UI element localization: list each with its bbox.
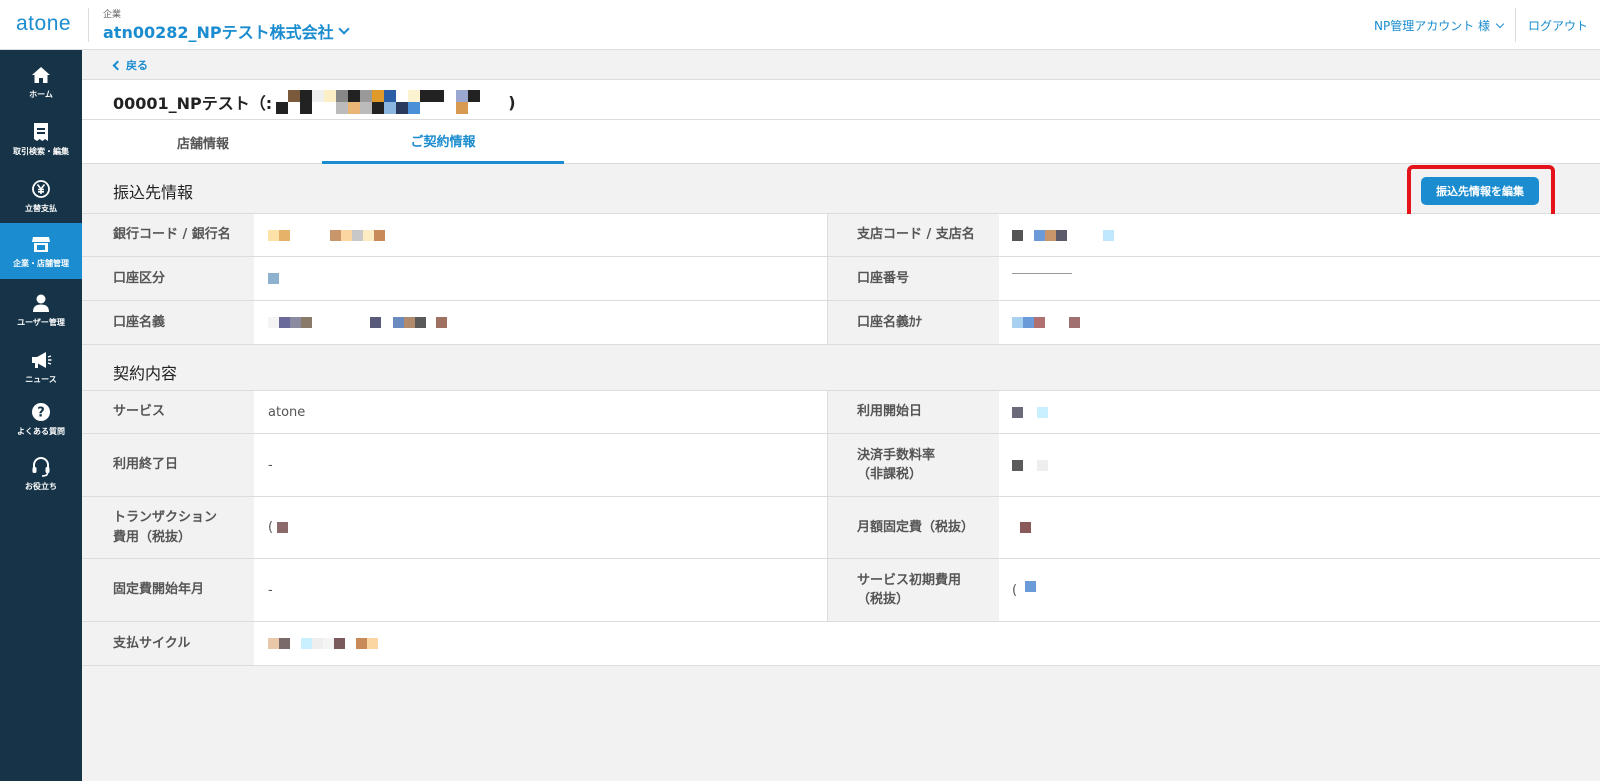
page-title: 00001_NPテスト（: ) xyxy=(113,90,516,114)
field-label: 利用開始日 xyxy=(827,391,999,433)
field-label: 口座名義ｶﾅ xyxy=(827,301,999,344)
store-title-suffix: ) xyxy=(508,92,516,112)
field-value: atone xyxy=(268,404,306,420)
field-label: 決済手数料率 （非課税） xyxy=(827,434,999,496)
field-value: ( xyxy=(1012,559,1600,621)
field-label: 銀行コード / 銀行名 xyxy=(82,214,254,256)
sidebar-item-label: よくある質問 xyxy=(17,427,65,436)
tab-store-info[interactable]: 店舗情報 xyxy=(82,120,324,164)
contract-section-header: 契約内容 xyxy=(82,345,1600,391)
field-label: 支払サイクル xyxy=(82,622,254,665)
field-label: トランザクション 費用（税抜） xyxy=(82,497,254,558)
logout-link[interactable]: ログアウト xyxy=(1528,17,1588,34)
chevron-down-icon xyxy=(1495,19,1505,28)
field-label: 支店コード / 支店名 xyxy=(827,214,999,256)
sidebar-item-label: ユーザー管理 xyxy=(17,318,65,327)
sidebar: ホーム 取引検索・編集 立替支払 企業・店舗管理 ユーザー管理 ニュース ? よ… xyxy=(0,50,82,781)
receipt-icon xyxy=(30,121,52,143)
field-value-redacted xyxy=(268,301,827,344)
table-row: トランザクション 費用（税抜） ( 月額固定費（税抜） xyxy=(82,497,1600,559)
svg-text:?: ? xyxy=(37,406,45,421)
field-value-redacted xyxy=(1012,434,1600,496)
header-divider xyxy=(88,8,89,42)
header-divider xyxy=(1515,8,1516,42)
store-title-text: 00001_NPテスト（: xyxy=(113,94,273,113)
field-label: サービス xyxy=(82,391,254,433)
sidebar-item-label: ニュース xyxy=(25,375,57,384)
store-icon xyxy=(30,233,52,255)
sidebar-item-advance-payment[interactable]: 立替支払 xyxy=(0,168,82,224)
tab-bar: 店舗情報 ご契約情報 xyxy=(82,120,1600,164)
table-row: 銀行コード / 銀行名 支店コード / 支店名 xyxy=(82,214,1600,257)
megaphone-icon xyxy=(30,349,52,371)
sidebar-item-users[interactable]: ユーザー管理 xyxy=(0,282,82,338)
field-label: 月額固定費（税抜） xyxy=(827,497,999,558)
sidebar-item-label: お役立ち xyxy=(25,482,57,491)
field-label: 口座番号 xyxy=(827,257,999,300)
company-name: atn00282_NPテスト株式会社 xyxy=(103,23,334,42)
headset-icon xyxy=(30,456,52,478)
sidebar-item-news[interactable]: ニュース xyxy=(0,339,82,395)
sidebar-item-label: 立替支払 xyxy=(25,204,57,213)
sidebar-item-company-store[interactable]: 企業・店舗管理 xyxy=(0,223,82,279)
sidebar-item-label: ホーム xyxy=(29,90,53,99)
field-value-redacted xyxy=(268,622,827,665)
section-title: 契約内容 xyxy=(113,364,178,383)
field-value: - xyxy=(268,582,273,598)
tab-contract-info[interactable]: ご契約情報 xyxy=(322,120,564,164)
field-value-redacted xyxy=(1012,497,1600,558)
field-value-redacted xyxy=(1012,391,1600,433)
field-value-redacted xyxy=(268,257,827,300)
main-content: 戻る 00001_NPテスト（: ) 店舗情報 ご契約情報 振込先情報 振込先情… xyxy=(82,50,1600,781)
field-label: 口座名義 xyxy=(82,301,254,344)
user-icon xyxy=(30,292,52,314)
sidebar-item-faq[interactable]: ? よくある質問 xyxy=(0,391,82,447)
section-title: 振込先情報 xyxy=(113,183,194,202)
initial-fee-value: ( xyxy=(1012,582,1018,598)
chevron-left-icon xyxy=(112,60,123,70)
field-value-redacted xyxy=(1012,301,1600,344)
company-selector[interactable]: atn00282_NPテスト株式会社 xyxy=(103,19,350,43)
sidebar-item-helpful[interactable]: お役立ち xyxy=(0,446,82,502)
field-value: ( xyxy=(268,497,827,558)
account-menu[interactable]: NP管理アカウント 様 xyxy=(1374,17,1505,34)
field-label: サービス初期費用 （税抜） xyxy=(827,559,999,621)
table-row: 支払サイクル xyxy=(82,622,1600,666)
yen-icon xyxy=(30,178,52,200)
chevron-down-icon xyxy=(337,23,350,35)
back-link[interactable]: 戻る xyxy=(112,57,148,73)
top-header: atone 企業 atn00282_NPテスト株式会社 NP管理アカウント 様 … xyxy=(0,0,1600,50)
sidebar-item-home[interactable]: ホーム xyxy=(0,54,82,110)
table-row: 固定費開始年月 - サービス初期費用 （税抜） ( xyxy=(82,559,1600,622)
field-value-redacted xyxy=(1012,257,1600,300)
field-value-redacted xyxy=(1012,214,1600,256)
sidebar-item-label: 企業・店舗管理 xyxy=(13,259,69,268)
field-label: 口座区分 xyxy=(82,257,254,300)
table-row: 口座区分 口座番号 xyxy=(82,257,1600,301)
table-row: 口座名義 口座名義ｶﾅ xyxy=(82,301,1600,345)
redacted-store-id xyxy=(276,90,508,114)
field-value: - xyxy=(268,457,273,473)
back-bar: 戻る xyxy=(82,50,1600,80)
sidebar-item-label: 取引検索・編集 xyxy=(13,147,69,156)
bank-section-header: 振込先情報 振込先情報を編集 xyxy=(82,164,1600,221)
table-row: サービス atone 利用開始日 xyxy=(82,391,1600,434)
transaction-fee-value: ( xyxy=(268,520,274,535)
account-name: NP管理アカウント 様 xyxy=(1374,19,1491,33)
question-icon: ? xyxy=(30,401,52,423)
store-title-bar: 00001_NPテスト（: ) xyxy=(82,80,1600,120)
field-label: 利用終了日 xyxy=(82,434,254,496)
home-icon xyxy=(30,64,52,86)
edit-bank-info-button[interactable]: 振込先情報を編集 xyxy=(1421,177,1539,205)
atone-logo[interactable]: atone xyxy=(16,12,71,36)
field-value-redacted xyxy=(268,214,827,256)
table-row: 利用終了日 - 決済手数料率 （非課税） xyxy=(82,434,1600,497)
field-label: 固定費開始年月 xyxy=(82,559,254,621)
sidebar-item-transactions[interactable]: 取引検索・編集 xyxy=(0,111,82,167)
back-label: 戻る xyxy=(126,59,148,72)
